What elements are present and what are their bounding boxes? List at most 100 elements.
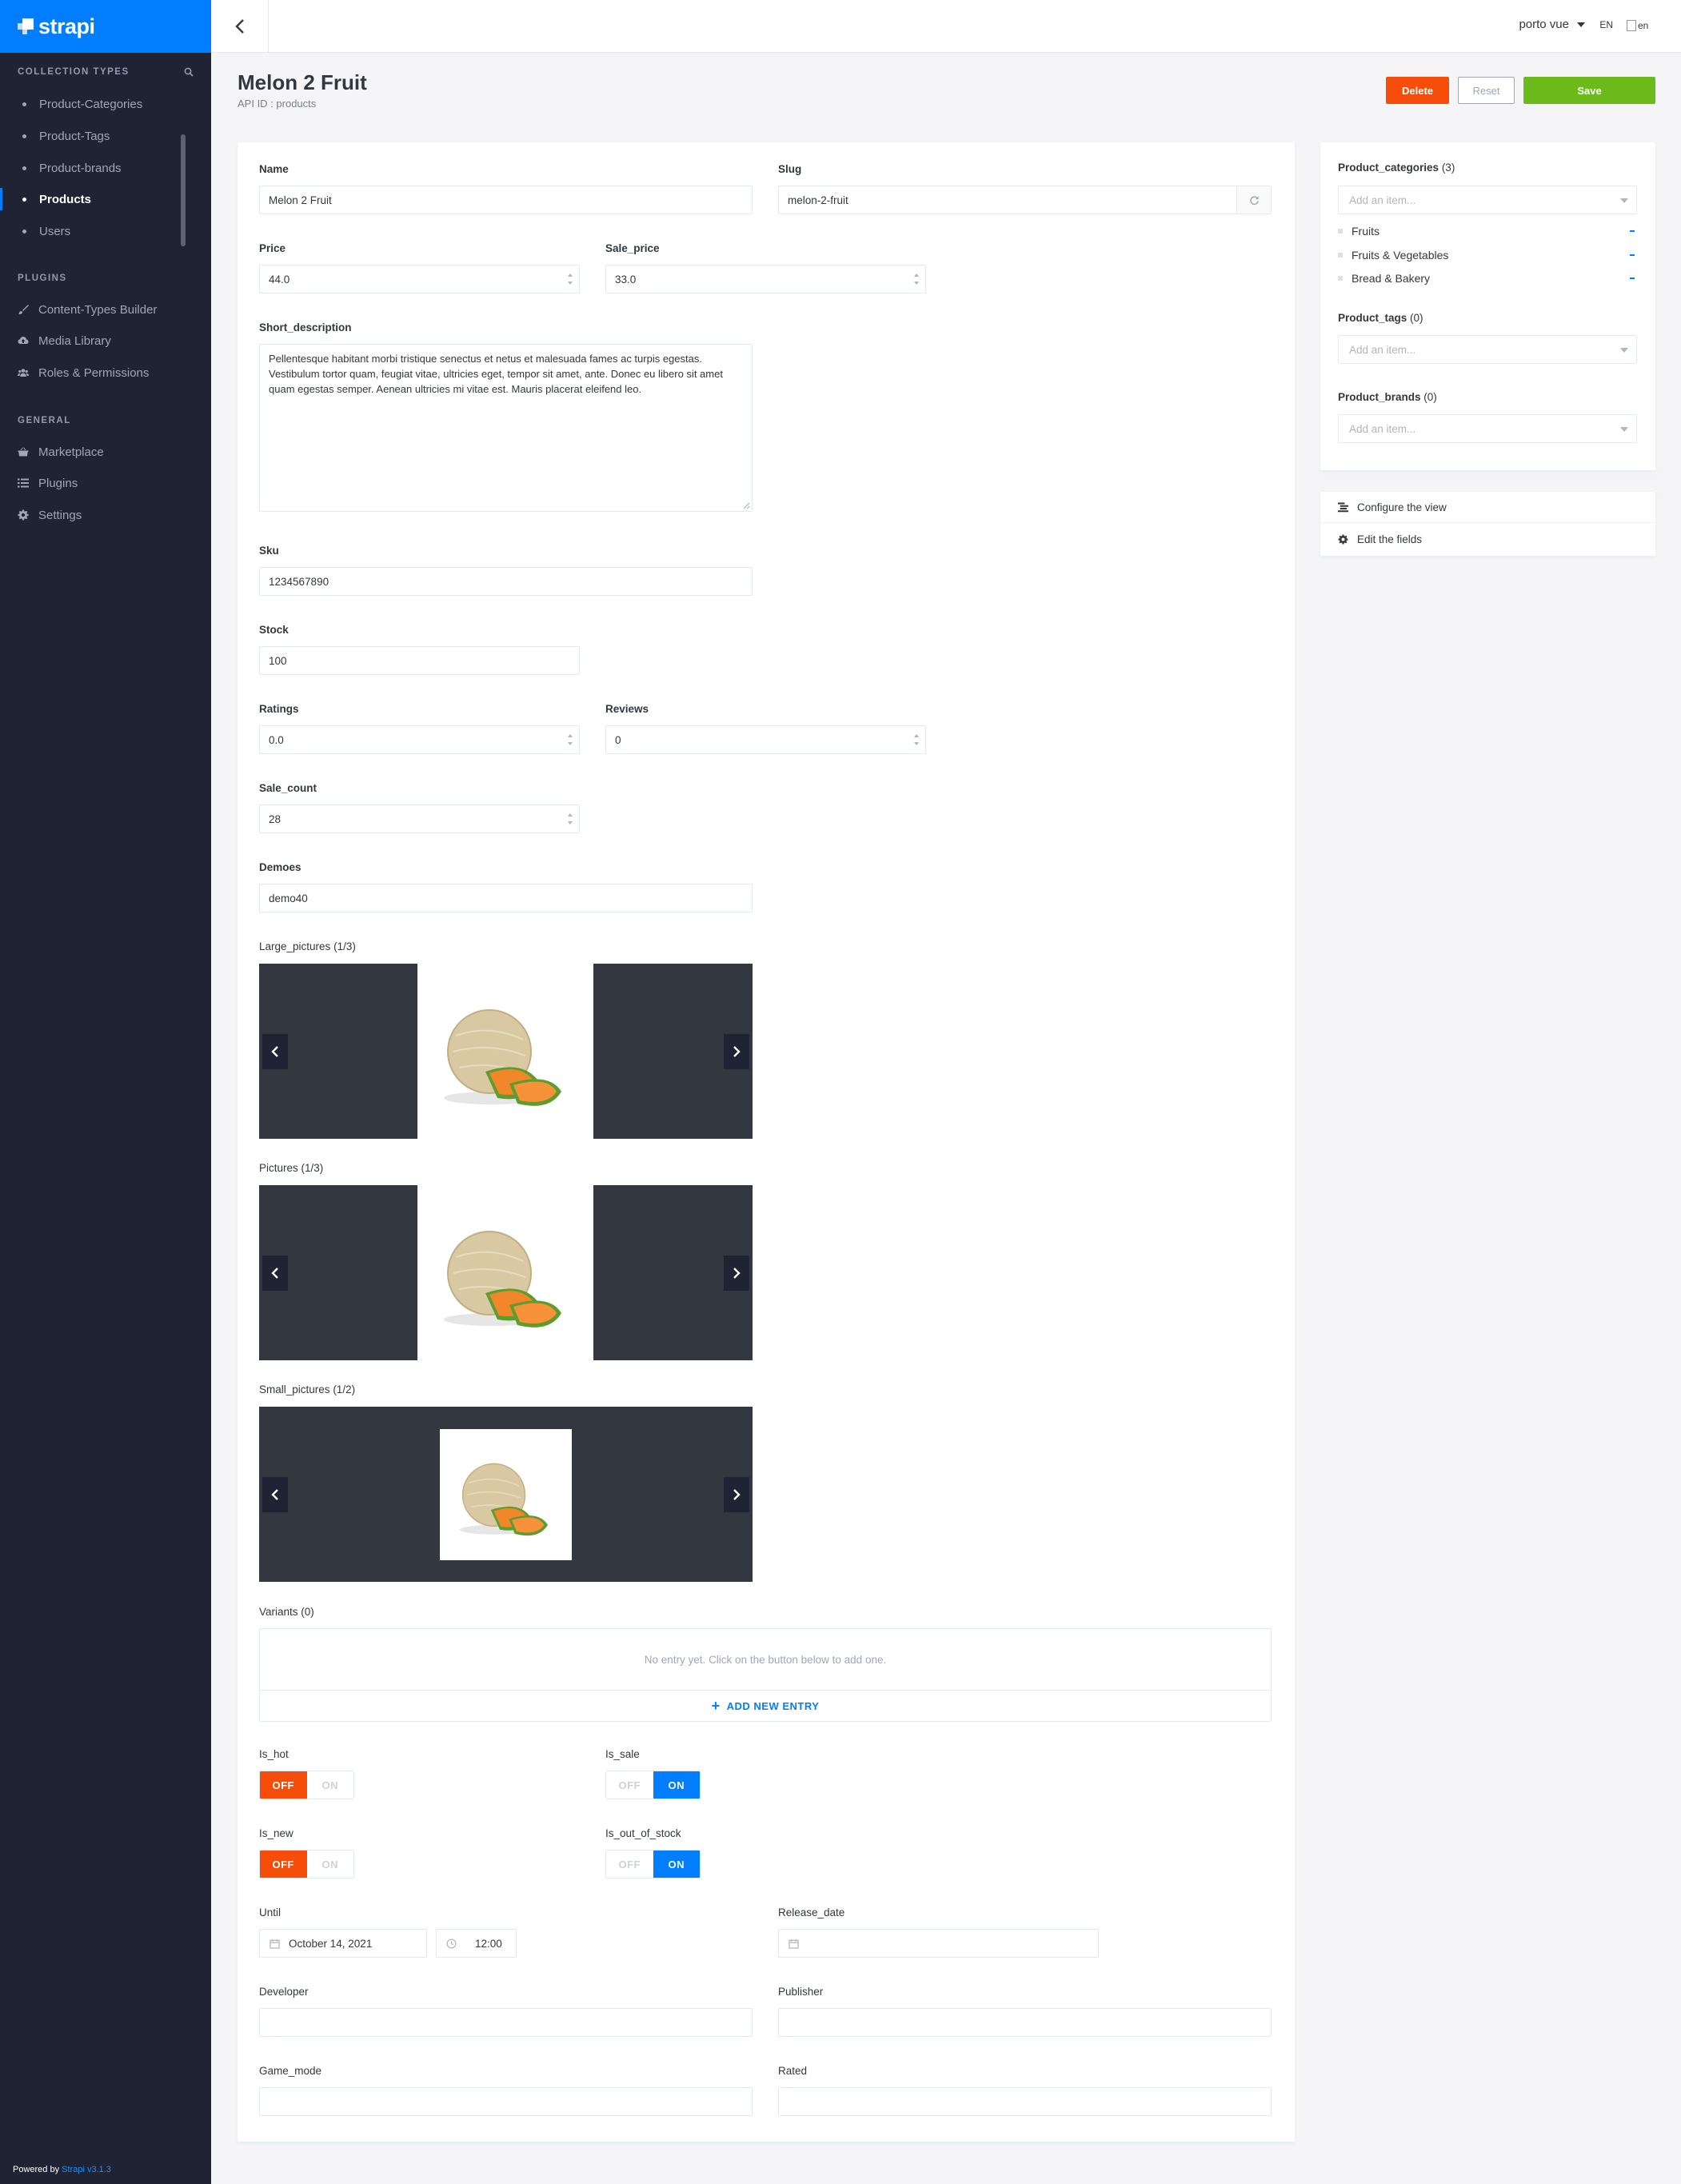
drag-handle-icon[interactable] xyxy=(1338,229,1343,234)
remove-icon[interactable] xyxy=(1627,275,1637,281)
brand-logo[interactable]: strapi xyxy=(0,0,211,53)
number-stepper-icon[interactable] xyxy=(568,273,574,285)
add-new-entry-button[interactable]: + ADD NEW ENTRY xyxy=(260,1691,1271,1721)
toggle-on-option[interactable]: ON xyxy=(653,1851,700,1878)
toggle-off-option[interactable]: OFF xyxy=(260,1771,307,1799)
melon-image xyxy=(417,964,593,1139)
carousel-next-button[interactable] xyxy=(724,1256,749,1291)
remove-icon[interactable] xyxy=(1627,228,1637,234)
product-brands-select[interactable]: Add an item... xyxy=(1338,414,1637,443)
version-link[interactable]: Strapi v3.1.3 xyxy=(62,2165,111,2174)
toggle-on-option[interactable]: ON xyxy=(653,1771,700,1799)
carousel-prev-button[interactable] xyxy=(262,1256,288,1291)
delete-button[interactable]: Delete xyxy=(1386,77,1449,104)
product-tags-select[interactable]: Add an item... xyxy=(1338,335,1637,364)
stock-input[interactable]: 100 xyxy=(259,646,580,675)
developer-input[interactable] xyxy=(259,2008,753,2037)
chevron-left-icon xyxy=(234,18,244,34)
short-description-textarea[interactable]: Pellentesque habitant morbi tristique se… xyxy=(259,344,753,512)
sidebar-item-products[interactable]: Products xyxy=(0,185,211,214)
toggle-off-option[interactable]: OFF xyxy=(260,1851,307,1878)
edit-fields-link[interactable]: Edit the fields xyxy=(1320,524,1655,555)
carousel-prev-button[interactable] xyxy=(262,1034,288,1069)
sidebar-item-settings[interactable]: Settings xyxy=(0,501,211,529)
until-time-input[interactable]: 12:00 xyxy=(436,1929,517,1958)
user-menu[interactable]: porto vue xyxy=(1519,18,1585,31)
publisher-input[interactable] xyxy=(778,2008,1272,2037)
small-pictures-carousel[interactable] xyxy=(259,1407,753,1582)
price-label: Price xyxy=(259,242,286,254)
sale-price-input[interactable]: 33.0 xyxy=(605,265,926,293)
relation-item[interactable]: Bread & Bakery xyxy=(1338,270,1637,287)
sidebar-item-product-categories[interactable]: Product-Categories xyxy=(0,90,211,118)
sidebar-item-plugins[interactable]: Plugins xyxy=(0,469,211,497)
chevron-left-icon xyxy=(271,1489,278,1500)
regenerate-slug-button[interactable] xyxy=(1236,186,1271,214)
ratings-input[interactable]: 0.0 xyxy=(259,725,580,754)
back-button[interactable] xyxy=(211,0,269,52)
relation-item[interactable]: Fruits xyxy=(1338,222,1637,240)
plugins-heading: PLUGINS xyxy=(18,273,67,283)
sale-price-label: Sale_price xyxy=(605,242,660,254)
slug-label: Slug xyxy=(778,163,802,175)
sidebar-scrollbar[interactable] xyxy=(181,134,186,246)
rated-input[interactable] xyxy=(778,2087,1272,2116)
is-sale-toggle[interactable]: OFF ON xyxy=(605,1771,701,1799)
sidebar-item-marketplace[interactable]: Marketplace xyxy=(0,437,211,466)
number-stepper-icon[interactable] xyxy=(568,813,574,824)
sidebar-item-product-tags[interactable]: Product-Tags xyxy=(0,122,211,150)
sidebar-item-media-library[interactable]: Media Library xyxy=(0,326,211,355)
demoes-input[interactable]: demo40 xyxy=(259,884,753,912)
is-out-of-stock-toggle[interactable]: OFF ON xyxy=(605,1850,701,1879)
price-input[interactable]: 44.0 xyxy=(259,265,580,293)
sidebar-item-product-brands[interactable]: Product-brands xyxy=(0,154,211,182)
remove-icon[interactable] xyxy=(1627,252,1637,258)
resize-handle-icon[interactable] xyxy=(742,501,750,509)
sidebar-item-content-types-builder[interactable]: Content-Types Builder xyxy=(0,295,211,324)
product-categories-select[interactable]: Add an item... xyxy=(1338,186,1637,214)
name-input[interactable]: Melon 2 Fruit xyxy=(259,186,753,214)
toggle-on-option[interactable]: ON xyxy=(307,1851,354,1878)
clock-icon xyxy=(437,1930,465,1957)
sale-count-input[interactable]: 28 xyxy=(259,805,580,833)
release-date-input[interactable] xyxy=(778,1929,1099,1958)
is-hot-label: Is_hot xyxy=(259,1748,289,1760)
toggle-off-option[interactable]: OFF xyxy=(606,1851,653,1878)
save-button[interactable]: Save xyxy=(1523,77,1655,104)
configure-view-link[interactable]: Configure the view xyxy=(1320,492,1655,523)
chevron-left-icon xyxy=(271,1268,278,1279)
reviews-input[interactable]: 0 xyxy=(605,725,926,754)
drag-handle-icon[interactable] xyxy=(1338,253,1343,258)
sidebar-item-roles-permissions[interactable]: Roles & Permissions xyxy=(0,358,211,387)
variants-label: Variants (0) xyxy=(259,1606,314,1618)
toggle-off-option[interactable]: OFF xyxy=(606,1771,653,1799)
carousel-prev-button[interactable] xyxy=(262,1477,288,1512)
number-stepper-icon[interactable] xyxy=(914,734,920,745)
is-hot-toggle[interactable]: OFF ON xyxy=(259,1771,354,1799)
slug-input[interactable]: melon-2-fruit xyxy=(778,186,1272,214)
chevron-right-icon xyxy=(733,1046,741,1057)
toggle-on-option[interactable]: ON xyxy=(307,1771,354,1799)
sku-input[interactable]: 1234567890 xyxy=(259,567,753,596)
pictures-carousel[interactable] xyxy=(259,1185,753,1360)
reset-button[interactable]: Reset xyxy=(1458,77,1515,104)
flag-image[interactable]: en xyxy=(1627,18,1655,34)
caret-down-icon xyxy=(1620,427,1628,432)
search-icon[interactable] xyxy=(184,67,194,77)
language-switcher[interactable]: EN xyxy=(1599,19,1613,30)
number-stepper-icon[interactable] xyxy=(914,273,920,285)
relation-item[interactable]: Fruits & Vegetables xyxy=(1338,246,1637,264)
small-pictures-label: Small_pictures (1/2) xyxy=(259,1383,356,1395)
drag-handle-icon[interactable] xyxy=(1338,276,1343,281)
sidebar-item-users[interactable]: Users xyxy=(0,217,211,246)
until-date-input[interactable]: October 14, 2021 xyxy=(259,1929,427,1958)
view-links-panel: Configure the view Edit the fields xyxy=(1320,492,1655,556)
plus-icon: + xyxy=(711,1697,721,1714)
carousel-next-button[interactable] xyxy=(724,1477,749,1512)
is-new-toggle[interactable]: OFF ON xyxy=(259,1850,354,1879)
number-stepper-icon[interactable] xyxy=(568,734,574,745)
carousel-next-button[interactable] xyxy=(724,1034,749,1069)
large-pictures-carousel[interactable] xyxy=(259,964,753,1139)
variants-component: No entry yet. Click on the button below … xyxy=(259,1628,1272,1722)
game-mode-input[interactable] xyxy=(259,2087,753,2116)
